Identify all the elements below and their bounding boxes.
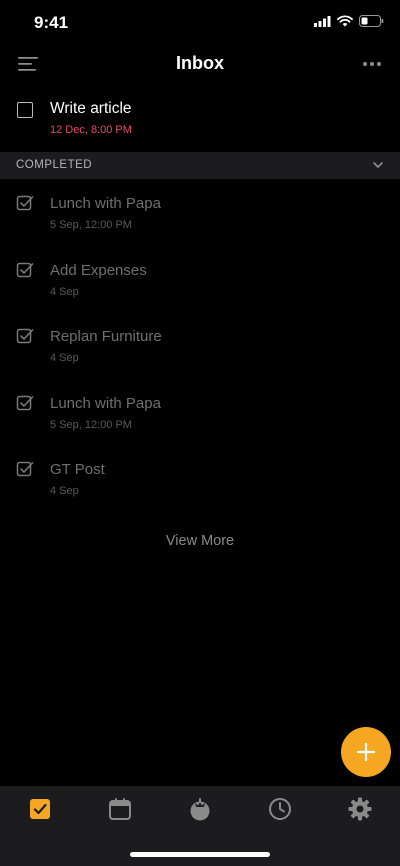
plus-icon bbox=[356, 742, 376, 762]
completed-task-date: 4 Sep bbox=[50, 352, 79, 364]
completed-task-date: 4 Sep bbox=[50, 285, 79, 298]
task-due-date: 12 Dec, 8:00 PM bbox=[50, 124, 132, 136]
calendar-icon bbox=[109, 798, 131, 820]
pomodoro-icon bbox=[190, 798, 210, 821]
clock-icon bbox=[269, 798, 291, 820]
task-title: Write article bbox=[50, 100, 132, 117]
tab-settings[interactable] bbox=[347, 796, 373, 822]
status-time: 9:41 bbox=[34, 13, 69, 32]
cellular-signal-icon bbox=[314, 15, 331, 27]
completed-section-label: COMPLETED bbox=[16, 159, 93, 171]
more-options-button[interactable] bbox=[360, 56, 384, 72]
completed-section-header[interactable]: COMPLETED bbox=[0, 152, 400, 179]
tab-pomodoro[interactable] bbox=[187, 796, 213, 822]
task-checkbox[interactable] bbox=[17, 102, 33, 118]
completed-task-title: Replan Furniture bbox=[50, 328, 162, 345]
checkbox-icon bbox=[30, 799, 50, 819]
completed-task-date: 5 Sep, 12:00 PM bbox=[50, 219, 132, 231]
checked-checkbox-icon[interactable] bbox=[16, 394, 34, 412]
completed-task-item[interactable]: GT Post 4 Sep bbox=[0, 452, 400, 519]
gear-icon bbox=[348, 797, 372, 821]
page-title: Inbox bbox=[176, 53, 224, 73]
wifi-icon bbox=[337, 15, 353, 27]
completed-task-title: Add Expenses bbox=[50, 261, 147, 279]
completed-task-item[interactable]: Replan Furniture 4 Sep bbox=[0, 319, 400, 386]
more-dots-icon bbox=[363, 62, 381, 66]
checked-checkbox-icon[interactable] bbox=[16, 460, 34, 478]
completed-task-title: GT Post bbox=[50, 461, 105, 478]
view-more-button[interactable]: View More bbox=[0, 533, 400, 549]
battery-icon bbox=[359, 15, 384, 27]
checked-checkbox-icon[interactable] bbox=[16, 194, 34, 212]
completed-task-title: Lunch with Papa bbox=[50, 195, 161, 212]
completed-task-date: 4 Sep bbox=[50, 485, 79, 497]
checked-checkbox-icon[interactable] bbox=[16, 327, 34, 345]
status-icons bbox=[314, 15, 384, 27]
completed-task-date: 5 Sep, 12:00 PM bbox=[50, 418, 132, 431]
completed-task-item[interactable]: Lunch with Papa 5 Sep, 12:00 PM bbox=[0, 186, 400, 253]
tab-habits[interactable] bbox=[267, 796, 293, 822]
completed-task-item[interactable]: Lunch with Papa 5 Sep, 12:00 PM bbox=[0, 386, 400, 453]
checked-checkbox-icon[interactable] bbox=[16, 261, 34, 279]
task-item[interactable]: Write article 12 Dec, 8:00 PM bbox=[0, 92, 400, 146]
header: Inbox bbox=[0, 44, 400, 84]
completed-list: Lunch with Papa 5 Sep, 12:00 PM Add Expe… bbox=[0, 186, 400, 519]
completed-task-title: Lunch with Papa bbox=[50, 394, 161, 412]
home-indicator[interactable] bbox=[130, 852, 270, 857]
add-task-button[interactable] bbox=[341, 727, 391, 777]
tab-calendar[interactable] bbox=[107, 796, 133, 822]
completed-task-item[interactable]: Add Expenses 4 Sep bbox=[0, 253, 400, 320]
chevron-down-icon bbox=[373, 162, 383, 168]
tab-tasks[interactable] bbox=[27, 796, 53, 822]
status-bar: 9:41 bbox=[0, 0, 400, 44]
